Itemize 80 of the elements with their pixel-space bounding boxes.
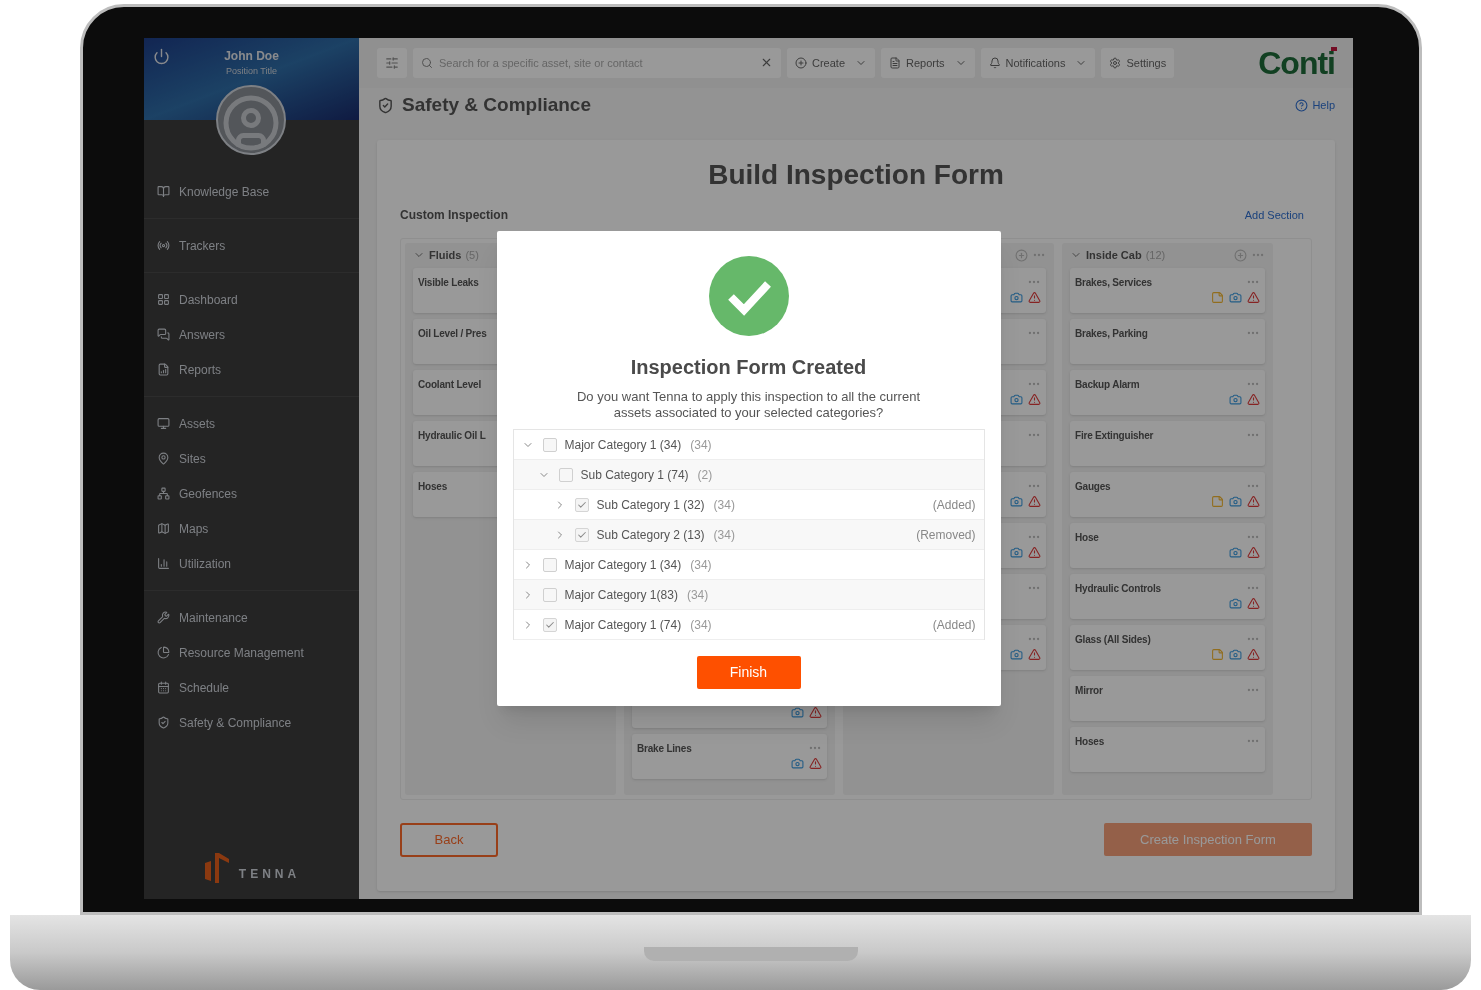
question-title: Oil Level / Pres: [418, 327, 487, 341]
nav-item[interactable]: Reports: [144, 352, 359, 387]
nav-item[interactable]: Answers: [144, 317, 359, 352]
question-card[interactable]: Brakes, Parking: [1070, 319, 1265, 364]
question-title: Fire Extinguisher: [1075, 429, 1154, 443]
menu-button[interactable]: Create: [787, 48, 876, 78]
question-title: Hydraulic Controls: [1075, 582, 1161, 596]
conti-logo: Conti: [1258, 44, 1335, 83]
nav-item[interactable]: Schedule: [144, 670, 359, 705]
question-title: Backup Alarm: [1075, 378, 1140, 392]
category-label: Major Category 1 (34): [564, 436, 682, 454]
nav-item[interactable]: Resource Management: [144, 635, 359, 670]
question-card[interactable]: Mirror: [1070, 676, 1265, 721]
question-card[interactable]: Gauges: [1070, 472, 1265, 517]
question-card[interactable]: Backup Alarm: [1070, 370, 1265, 415]
question-card[interactable]: Hydraulic Controls: [1070, 574, 1265, 619]
category-row[interactable]: Major Category 1(83) (34): [513, 580, 984, 610]
back-button[interactable]: Back: [400, 823, 498, 857]
nav-item[interactable]: Knowledge Base: [144, 174, 359, 209]
question-card[interactable]: Hoses: [1070, 727, 1265, 772]
category-count: (34): [713, 526, 735, 544]
question-title: Glass (All Sides): [1075, 633, 1151, 647]
question-card[interactable]: Hose: [1070, 523, 1265, 568]
question-title: Brake Lines: [637, 742, 692, 756]
user-name: John Doe: [224, 48, 279, 65]
question-title: Hose: [1075, 531, 1099, 545]
question-card[interactable]: Brakes, Services: [1070, 268, 1265, 313]
question-title: Hydraulic Oil L: [418, 429, 486, 443]
nav-item[interactable]: Assets: [144, 406, 359, 441]
add-section-link[interactable]: Add Section: [1244, 206, 1304, 224]
question-title: Brakes, Services: [1075, 276, 1152, 290]
section-heading: Custom Inspection: [400, 207, 508, 224]
question-title: Gauges: [1075, 480, 1111, 494]
question-card[interactable]: Brake Lines: [632, 734, 827, 779]
nav-item[interactable]: Trackers: [144, 228, 359, 263]
tenna-logo-text: TENNA: [238, 866, 301, 883]
section-title: Inside Cab: [1086, 247, 1142, 263]
question-card[interactable]: Fire Extinguisher: [1070, 421, 1265, 466]
question-card[interactable]: Glass (All Sides): [1070, 625, 1265, 670]
category-count: (34): [713, 496, 735, 514]
category-label: Major Category 1 (74): [564, 616, 682, 634]
status-label: (Added): [932, 496, 976, 514]
category-count: (34): [690, 436, 712, 454]
form-title: Build Inspection Form: [708, 158, 1004, 192]
category-count: (34): [690, 556, 712, 574]
nav-item[interactable]: Sites: [144, 441, 359, 476]
question-title: Mirror: [1075, 684, 1103, 698]
question-title: Hoses: [418, 480, 447, 494]
category-label: Sub Category 2 (13): [596, 526, 705, 544]
status-label: (Removed): [916, 526, 976, 544]
menu-button[interactable]: Settings: [1101, 48, 1175, 78]
nav-item[interactable]: Dashboard: [144, 282, 359, 317]
category-count: (34): [690, 616, 712, 634]
question-title: Brakes, Parking: [1075, 327, 1148, 341]
page-title: Safety & Compliance: [402, 92, 591, 117]
category-label: Major Category 1 (34): [564, 556, 682, 574]
help-link[interactable]: Help: [1295, 96, 1335, 114]
category-label: Major Category 1(83): [564, 586, 678, 604]
menu-button[interactable]: Notifications: [980, 48, 1096, 78]
question-title: Hoses: [1075, 735, 1104, 749]
nav-item[interactable]: Geofences: [144, 476, 359, 511]
category-row[interactable]: Sub Category 2 (13) (34) (Removed): [513, 520, 984, 550]
nav-item[interactable]: Maps: [144, 511, 359, 546]
nav-item[interactable]: Maintenance: [144, 600, 359, 635]
user-position: Position Title: [226, 65, 277, 78]
category-row[interactable]: Sub Category 1 (74) (2): [513, 460, 984, 490]
question-title: Coolant Level: [418, 378, 481, 392]
category-count: (2): [697, 466, 713, 484]
menu-button[interactable]: Reports: [881, 48, 975, 78]
nav-item[interactable]: Safety & Compliance: [144, 705, 359, 740]
category-label: Sub Category 1 (74): [580, 466, 689, 484]
category-count: (34): [686, 586, 709, 604]
finish-button[interactable]: Finish: [696, 656, 801, 689]
question-title: Visible Leaks: [418, 276, 479, 290]
modal-title: Inspection Form Created: [630, 355, 867, 380]
nav-item[interactable]: Utilization: [144, 546, 359, 581]
modal-message: Do you want Tenna to apply this inspection to all the current assets associated to your selected categories?: [576, 389, 921, 421]
category-label: Sub Category 1 (32): [596, 496, 705, 514]
status-label: (Added): [932, 616, 976, 634]
section-title: Fluids: [429, 247, 462, 263]
